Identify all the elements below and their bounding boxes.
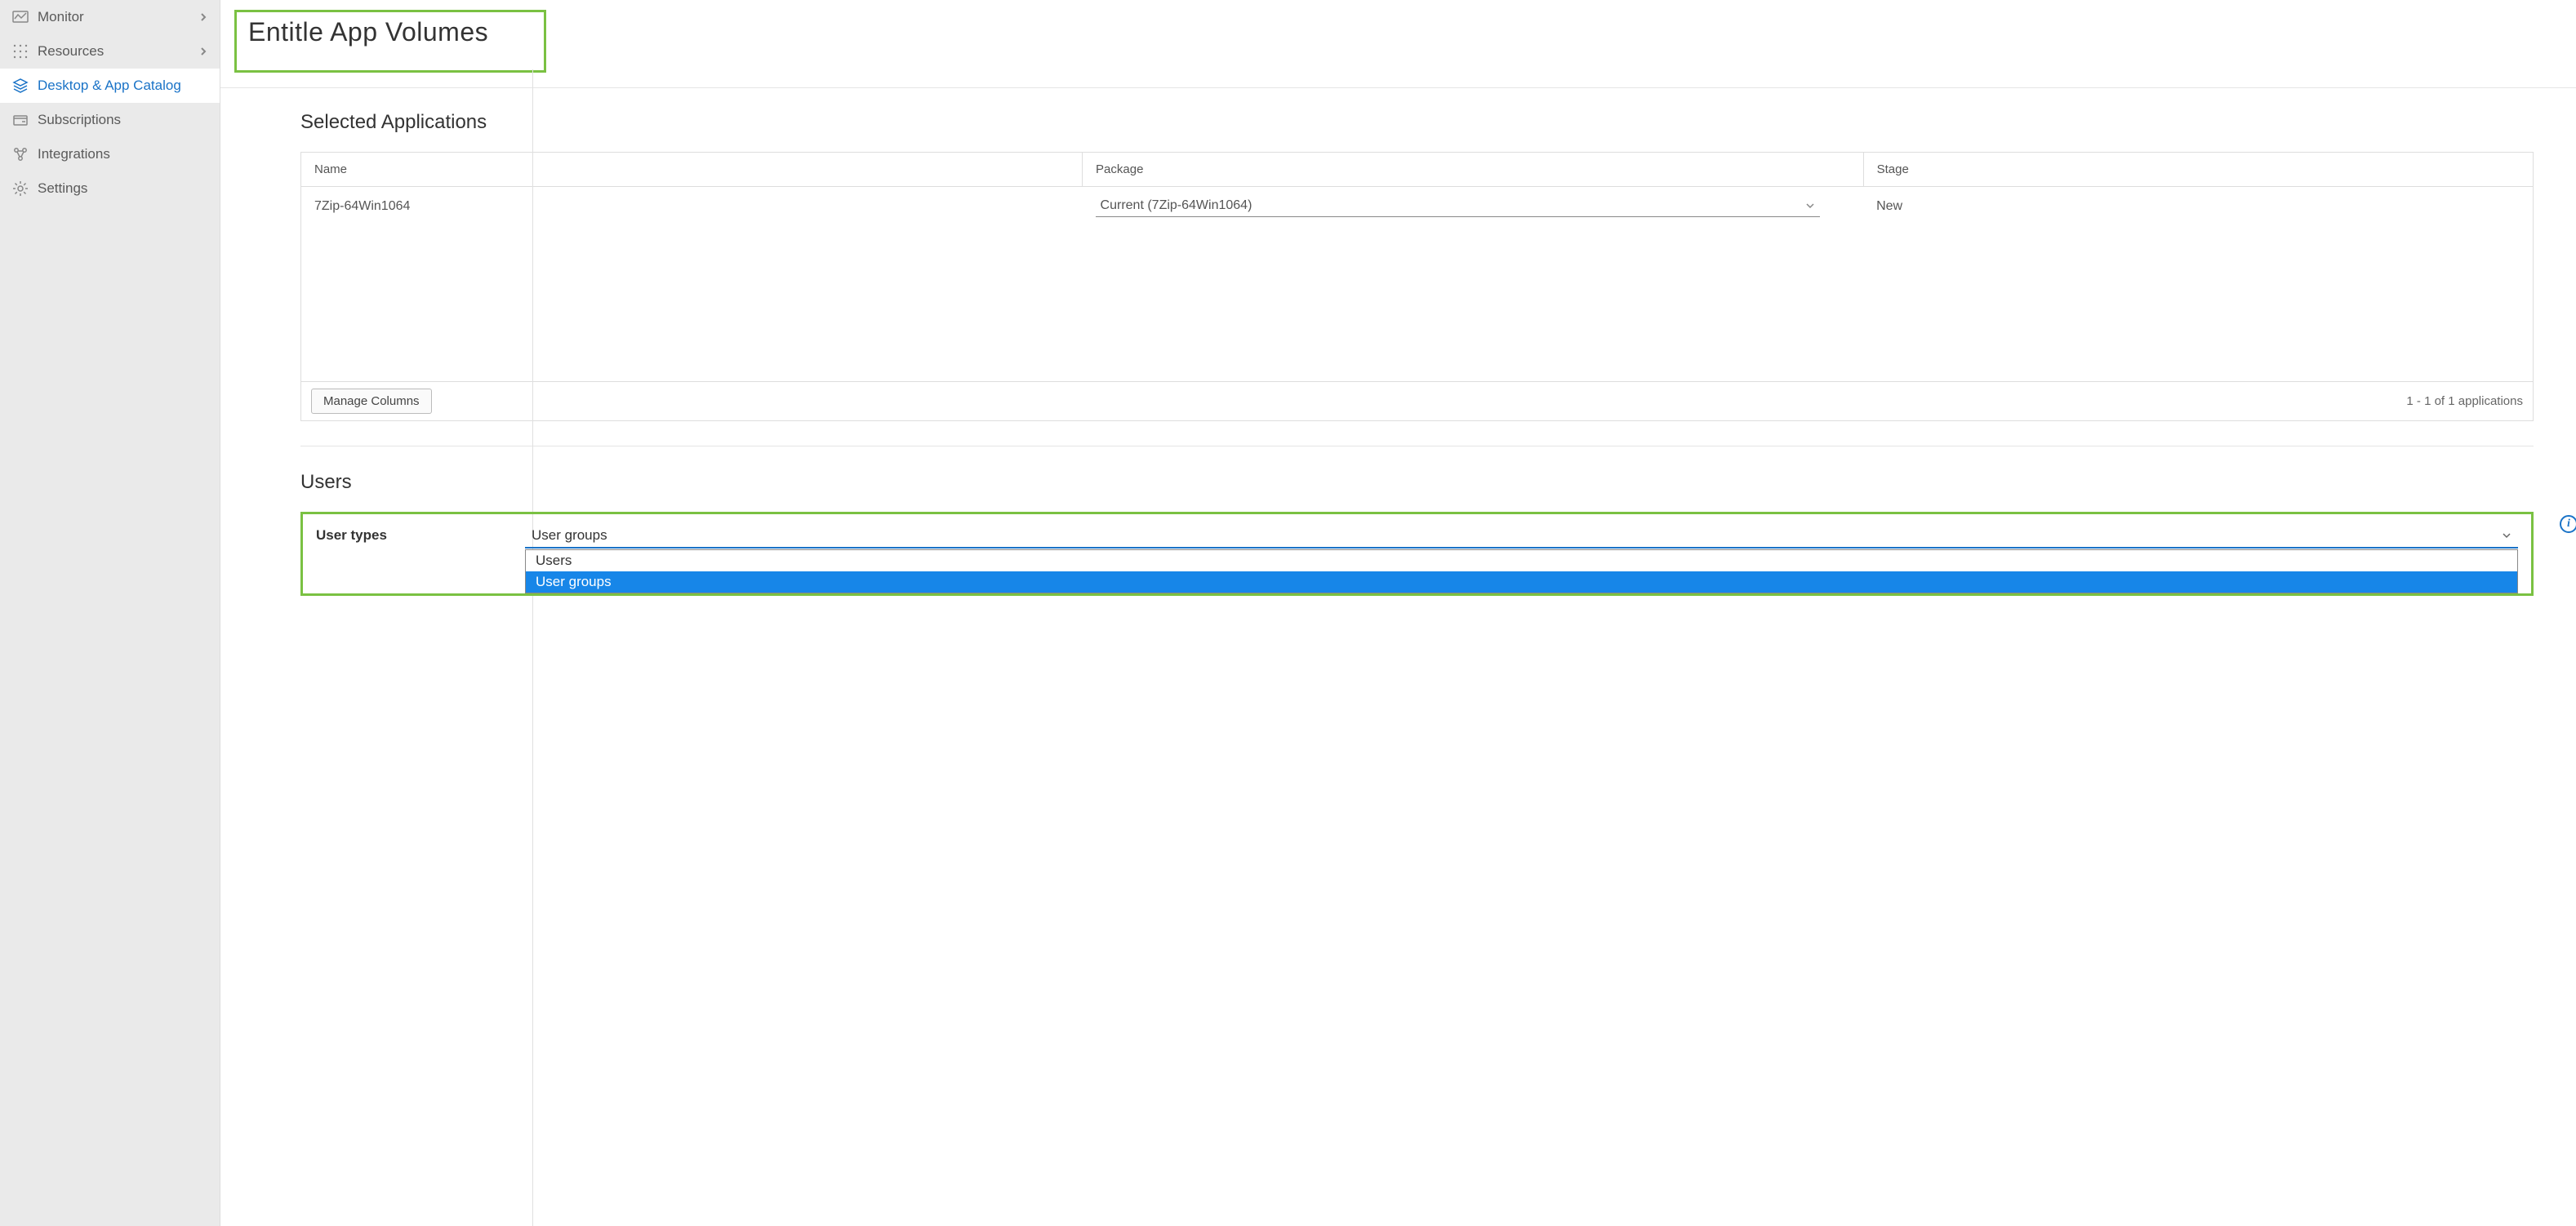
main-content: Entitle App Volumes Selected Application… [220, 0, 2576, 1226]
chevron-right-icon [198, 12, 208, 22]
cell-name: 7Zip-64Win1064 [301, 187, 1083, 226]
section-title-selected-apps: Selected Applications [300, 111, 2534, 134]
sidebar-item-integrations[interactable]: Integrations [0, 137, 220, 171]
selected-apps-table: Name Package Stage 7Zip-64Win1064 Curren… [300, 152, 2534, 421]
users-panel-highlight: User types User groups Users User groups [300, 512, 2534, 596]
sidebar-item-monitor[interactable]: Monitor [0, 0, 220, 34]
monitor-icon [11, 8, 29, 26]
package-select[interactable]: Current (7Zip-64Win1064) [1096, 195, 1821, 217]
vertical-divider [532, 69, 533, 1226]
sidebar: Monitor Resources [0, 0, 220, 1226]
title-highlight: Entitle App Volumes [234, 10, 546, 73]
sidebar-item-label: Integrations [38, 146, 110, 162]
catalog-icon [11, 77, 29, 95]
sidebar-item-settings[interactable]: Settings [0, 171, 220, 206]
sidebar-item-label: Resources [38, 43, 104, 60]
sidebar-item-label: Monitor [38, 9, 84, 25]
table-footer: Manage Columns 1 - 1 of 1 applications [301, 381, 2533, 420]
chevron-right-icon [198, 47, 208, 56]
gear-icon [11, 180, 29, 198]
info-icon[interactable]: i [2560, 515, 2576, 533]
user-types-dropdown: Users User groups [525, 549, 2518, 593]
user-types-label: User types [316, 526, 525, 544]
table-row[interactable]: 7Zip-64Win1064 Current (7Zip-64Win1064) … [301, 187, 2533, 226]
page-header: Entitle App Volumes [220, 0, 2576, 88]
dropdown-option-user-groups[interactable]: User groups [526, 571, 2517, 593]
sidebar-item-resources[interactable]: Resources [0, 34, 220, 69]
section-title-users: Users [300, 471, 2534, 494]
table-count-text: 1 - 1 of 1 applications [2406, 394, 2523, 408]
dropdown-option-users[interactable]: Users [526, 550, 2517, 571]
sidebar-item-desktop-app-catalog[interactable]: Desktop & App Catalog [0, 69, 220, 103]
user-types-selected-value: User groups [532, 527, 607, 544]
sidebar-item-label: Desktop & App Catalog [38, 78, 181, 94]
sidebar-item-subscriptions[interactable]: Subscriptions [0, 103, 220, 137]
cell-stage: New [1863, 187, 2533, 226]
subscriptions-icon [11, 111, 29, 129]
sidebar-item-label: Settings [38, 180, 87, 197]
page-title: Entitle App Volumes [248, 17, 527, 47]
package-select-value: Current (7Zip-64Win1064) [1101, 198, 1252, 213]
sidebar-item-label: Subscriptions [38, 112, 121, 128]
column-header-package[interactable]: Package [1083, 153, 1864, 187]
integrations-icon [11, 145, 29, 163]
manage-columns-button[interactable]: Manage Columns [311, 389, 432, 414]
column-header-stage[interactable]: Stage [1863, 153, 2533, 187]
chevron-down-icon [2502, 531, 2511, 540]
column-header-name[interactable]: Name [301, 153, 1083, 187]
resources-icon [11, 42, 29, 60]
chevron-down-icon [1805, 201, 1815, 211]
user-types-select[interactable]: User groups [525, 526, 2518, 549]
